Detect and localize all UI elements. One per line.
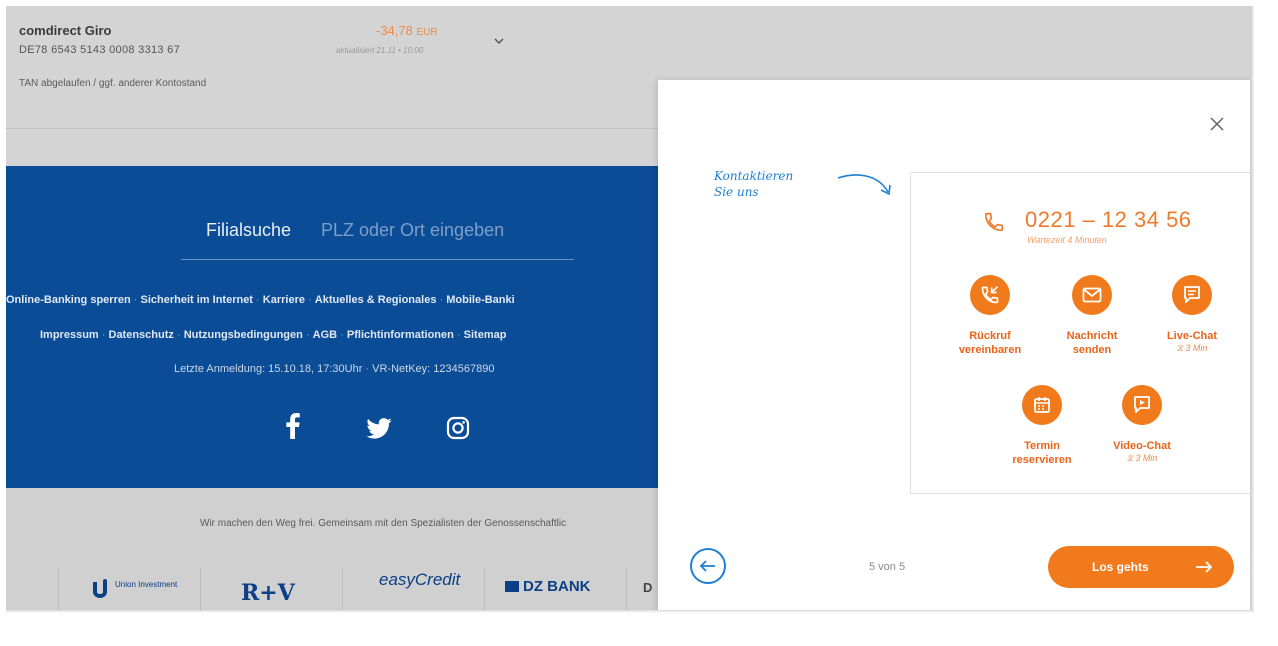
link-nutzungsbedingungen[interactable]: Nutzungsbedingungen [184,329,303,341]
branch-search-input[interactable]: PLZ oder Ort eingeben [321,220,504,241]
account-name[interactable]: comdirect Giro [19,23,111,38]
link-mobile-banking[interactable]: Mobile-Banki [446,294,514,306]
partner-more-logo: D [643,580,653,595]
video-play-icon [1134,396,1150,413]
footer-links-row1: Online-Banking sperren · Sicherheit im I… [6,294,515,306]
livechat-time: ⧖ 3 Min [1176,343,1208,353]
arrow-left-icon [699,560,715,572]
link-karriere[interactable]: Karriere [263,294,305,306]
close-icon[interactable] [1209,116,1225,132]
option-message[interactable]: Nachricht senden [1037,275,1147,357]
footer-links-row2: Impressum · Datenschutz · Nutzungsbeding… [40,329,507,341]
contact-card: 0221 – 12 34 56 Wartezeit 4 Minuten Rück… [910,172,1250,494]
balance-currency: EUR [416,27,438,38]
appointment-button[interactable] [1022,385,1062,425]
facebook-icon[interactable] [286,413,300,439]
callback-label: Rückruf vereinbaren [958,330,1022,356]
account-iban: DE78 6543 5143 0008 3313 67 [19,44,181,56]
account-balance: -34,78 EUR [376,23,438,38]
wait-time: Wartezeit 4 Minuten [1027,235,1107,245]
livechat-label: Live-Chat [1166,330,1218,342]
option-appointment[interactable]: Termin reservieren [987,385,1097,467]
last-login: Letzte Anmeldung: 15.10.18, 17:30Uhr [174,363,363,375]
branch-search-label: Filialsuche [206,220,292,240]
union-logo-text: Union Investment [115,580,178,589]
start-button-label: Los gehts [1092,560,1149,574]
handwritten-note: Kontaktieren Sie uns [714,168,793,200]
appointment-label: Termin reservieren [1012,440,1072,466]
link-sitemap[interactable]: Sitemap [464,329,507,341]
phone-number[interactable]: 0221 – 12 34 56 [1025,207,1192,233]
calendar-icon [1034,397,1050,413]
balance-updated: aktualisiert 21.11 • 10:00 [336,46,424,55]
link-aktuelles[interactable]: Aktuelles & Regionales [315,294,437,306]
twitter-icon[interactable] [366,418,392,439]
page-frame: comdirect Giro DE78 6543 5143 0008 3313 … [6,6,1250,610]
curved-arrow-icon [837,174,891,196]
step-indicator: 5 von 5 [869,561,906,573]
start-button[interactable]: Los gehts [1048,546,1234,588]
option-livechat[interactable]: Live-Chat ⧖ 3 Min [1137,275,1247,354]
dz-bank-logo-text: DZ BANK [523,578,591,595]
link-online-banking-sperren[interactable]: Online-Banking sperren [6,294,131,306]
videochat-button[interactable] [1122,385,1162,425]
instagram-icon[interactable] [446,416,470,440]
branch-search[interactable]: Filialsuche PLZ oder Ort eingeben [181,202,574,260]
arrow-right-icon [1196,561,1213,573]
partner-union-investment[interactable]: Union Investment [58,568,200,610]
chat-bubble-icon [1184,286,1200,303]
link-agb[interactable]: AGB [313,329,337,341]
balance-value: -34,78 [376,23,413,38]
back-button[interactable] [690,548,726,584]
chevron-down-icon[interactable] [492,34,506,48]
videochat-time: ⧖ 3 Min [1126,453,1158,463]
dz-bank-logo: DZ BANK [505,578,591,595]
vr-netkey: VR-NetKey: 1234567890 [372,363,495,375]
link-impressum[interactable]: Impressum [40,329,99,341]
option-callback[interactable]: Rückruf vereinbaren [935,275,1045,357]
ruv-logo: R+V [241,580,295,606]
login-info: Letzte Anmeldung: 15.10.18, 17:30Uhr · V… [174,363,495,375]
link-sicherheit[interactable]: Sicherheit im Internet [141,294,253,306]
message-button[interactable] [1072,275,1112,315]
message-label: Nachricht senden [1066,330,1118,356]
slogan: Wir machen den Weg frei. Gemeinsam mit d… [200,518,567,529]
contact-modal: Kontaktieren Sie uns 0221 – 12 34 56 War… [658,80,1250,610]
tan-status: TAN abgelaufen / ggf. anderer Kontostand [19,78,207,89]
partner-dz-bank[interactable]: DZ BANK [484,568,626,610]
handwritten-note-line1: Kontaktieren [714,169,794,183]
partner-ruv[interactable]: R+V [200,568,342,610]
phone-callback-icon [981,286,999,304]
frame-shadow [6,610,1254,613]
frame-edge [1250,6,1254,610]
link-pflichtinformationen[interactable]: Pflichtinformationen [347,329,454,341]
livechat-button[interactable] [1172,275,1212,315]
partner-logos: Union Investment R+V easyCredit DZ BANK … [58,568,658,610]
envelope-icon [1082,287,1102,303]
callback-button[interactable] [970,275,1010,315]
videochat-label: Video-Chat [1113,440,1171,452]
partner-easycredit[interactable]: easyCredit [342,568,484,610]
option-videochat[interactable]: Video-Chat ⧖ 3 Min [1087,385,1197,464]
phone-icon [984,212,1004,232]
link-datenschutz[interactable]: Datenschutz [109,329,174,341]
easycredit-logo: easyCredit [379,570,461,589]
union-logo-icon [93,579,107,598]
handwritten-note-line2: Sie uns [714,185,759,199]
